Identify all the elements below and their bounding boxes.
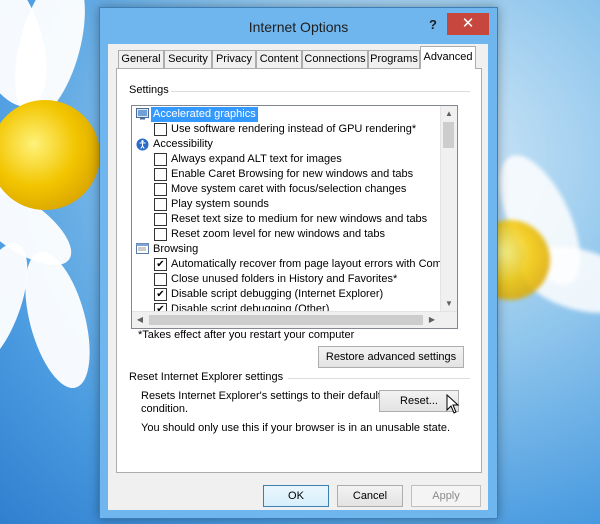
title-bar[interactable]: Internet Options ? ✕ <box>100 8 497 44</box>
reset-group-divider <box>288 378 470 379</box>
checkbox-checked[interactable]: ✔ <box>154 258 167 271</box>
settings-category-label: Browsing <box>153 243 199 255</box>
accessibility-icon <box>136 138 149 151</box>
reset-description-line1: Resets Internet Explorer's settings to t… <box>141 390 381 402</box>
checkbox[interactable] <box>154 198 167 211</box>
checkbox[interactable] <box>154 183 167 196</box>
vertical-scrollbar[interactable]: ▲ ▼ <box>440 106 457 311</box>
settings-category-label: Accelerated graphics <box>151 107 258 122</box>
settings-option-label: Enable Caret Browsing for new windows an… <box>171 168 414 180</box>
ok-button[interactable]: OK <box>263 485 329 507</box>
apply-button[interactable]: Apply <box>411 485 481 507</box>
tab-security[interactable]: Security <box>164 50 212 68</box>
checkbox[interactable] <box>154 213 167 226</box>
tab-connections[interactable]: Connections <box>302 50 368 68</box>
settings-option-label: Move system caret with focus/selection c… <box>171 183 407 195</box>
scroll-down-arrow-icon[interactable]: ▼ <box>441 296 457 311</box>
dialog-client-area: General Security Privacy Content Connect… <box>108 44 488 510</box>
reset-group-label: Reset Internet Explorer settings <box>127 371 286 383</box>
cancel-button[interactable]: Cancel <box>337 485 403 507</box>
settings-group-divider <box>162 91 470 92</box>
restart-note: *Takes effect after you restart your com… <box>138 329 355 341</box>
checkbox-checked[interactable]: ✔ <box>154 288 167 301</box>
tab-content[interactable]: Content <box>256 50 302 68</box>
settings-category-label: Accessibility <box>153 138 213 150</box>
settings-option-label: Play system sounds <box>171 198 269 210</box>
tab-privacy[interactable]: Privacy <box>212 50 256 68</box>
settings-option-label: Always expand ALT text for images <box>171 153 342 165</box>
scroll-up-arrow-icon[interactable]: ▲ <box>441 106 457 121</box>
restore-advanced-settings-button[interactable]: Restore advanced settings <box>318 346 464 368</box>
checkbox[interactable] <box>154 273 167 286</box>
tab-advanced[interactable]: Advanced <box>420 46 476 69</box>
monitor-icon <box>136 108 149 120</box>
reset-warning-text: You should only use this if your browser… <box>141 422 450 434</box>
checkbox[interactable] <box>154 153 167 166</box>
settings-option-label: Close unused folders in History and Favo… <box>171 273 398 285</box>
checkbox[interactable] <box>154 123 167 136</box>
scroll-left-arrow-icon[interactable]: ◀ <box>132 312 148 327</box>
checkbox[interactable] <box>154 168 167 181</box>
settings-option-label: Reset zoom level for new windows and tab… <box>171 228 385 240</box>
help-button[interactable]: ? <box>421 15 445 35</box>
settings-option-label: Disable script debugging (Internet Explo… <box>171 288 384 300</box>
settings-option-label: Automatically recover from page layout e… <box>171 258 455 270</box>
settings-option-label: Reset text size to medium for new window… <box>171 213 428 225</box>
horizontal-scroll-thumb[interactable] <box>149 315 423 325</box>
tab-programs[interactable]: Programs <box>368 50 420 68</box>
scrollbar-corner <box>441 312 457 328</box>
horizontal-scrollbar[interactable]: ◀ ▶ <box>132 311 457 328</box>
tab-general[interactable]: General <box>118 50 164 68</box>
reset-description-line2: condition. <box>141 403 189 415</box>
settings-option-label: Use software rendering instead of GPU re… <box>171 123 417 135</box>
internet-options-dialog: Internet Options ? ✕ General Security Pr… <box>99 7 498 519</box>
checkbox[interactable] <box>154 228 167 241</box>
browser-window-icon <box>136 243 149 255</box>
close-button[interactable]: ✕ <box>447 13 489 35</box>
vertical-scroll-thumb[interactable] <box>443 122 454 148</box>
mouse-pointer-icon <box>446 394 460 414</box>
scroll-right-arrow-icon[interactable]: ▶ <box>424 312 440 327</box>
settings-group-label: Settings <box>127 84 171 96</box>
settings-list[interactable]: Accelerated graphics Use software renderi… <box>131 105 458 329</box>
